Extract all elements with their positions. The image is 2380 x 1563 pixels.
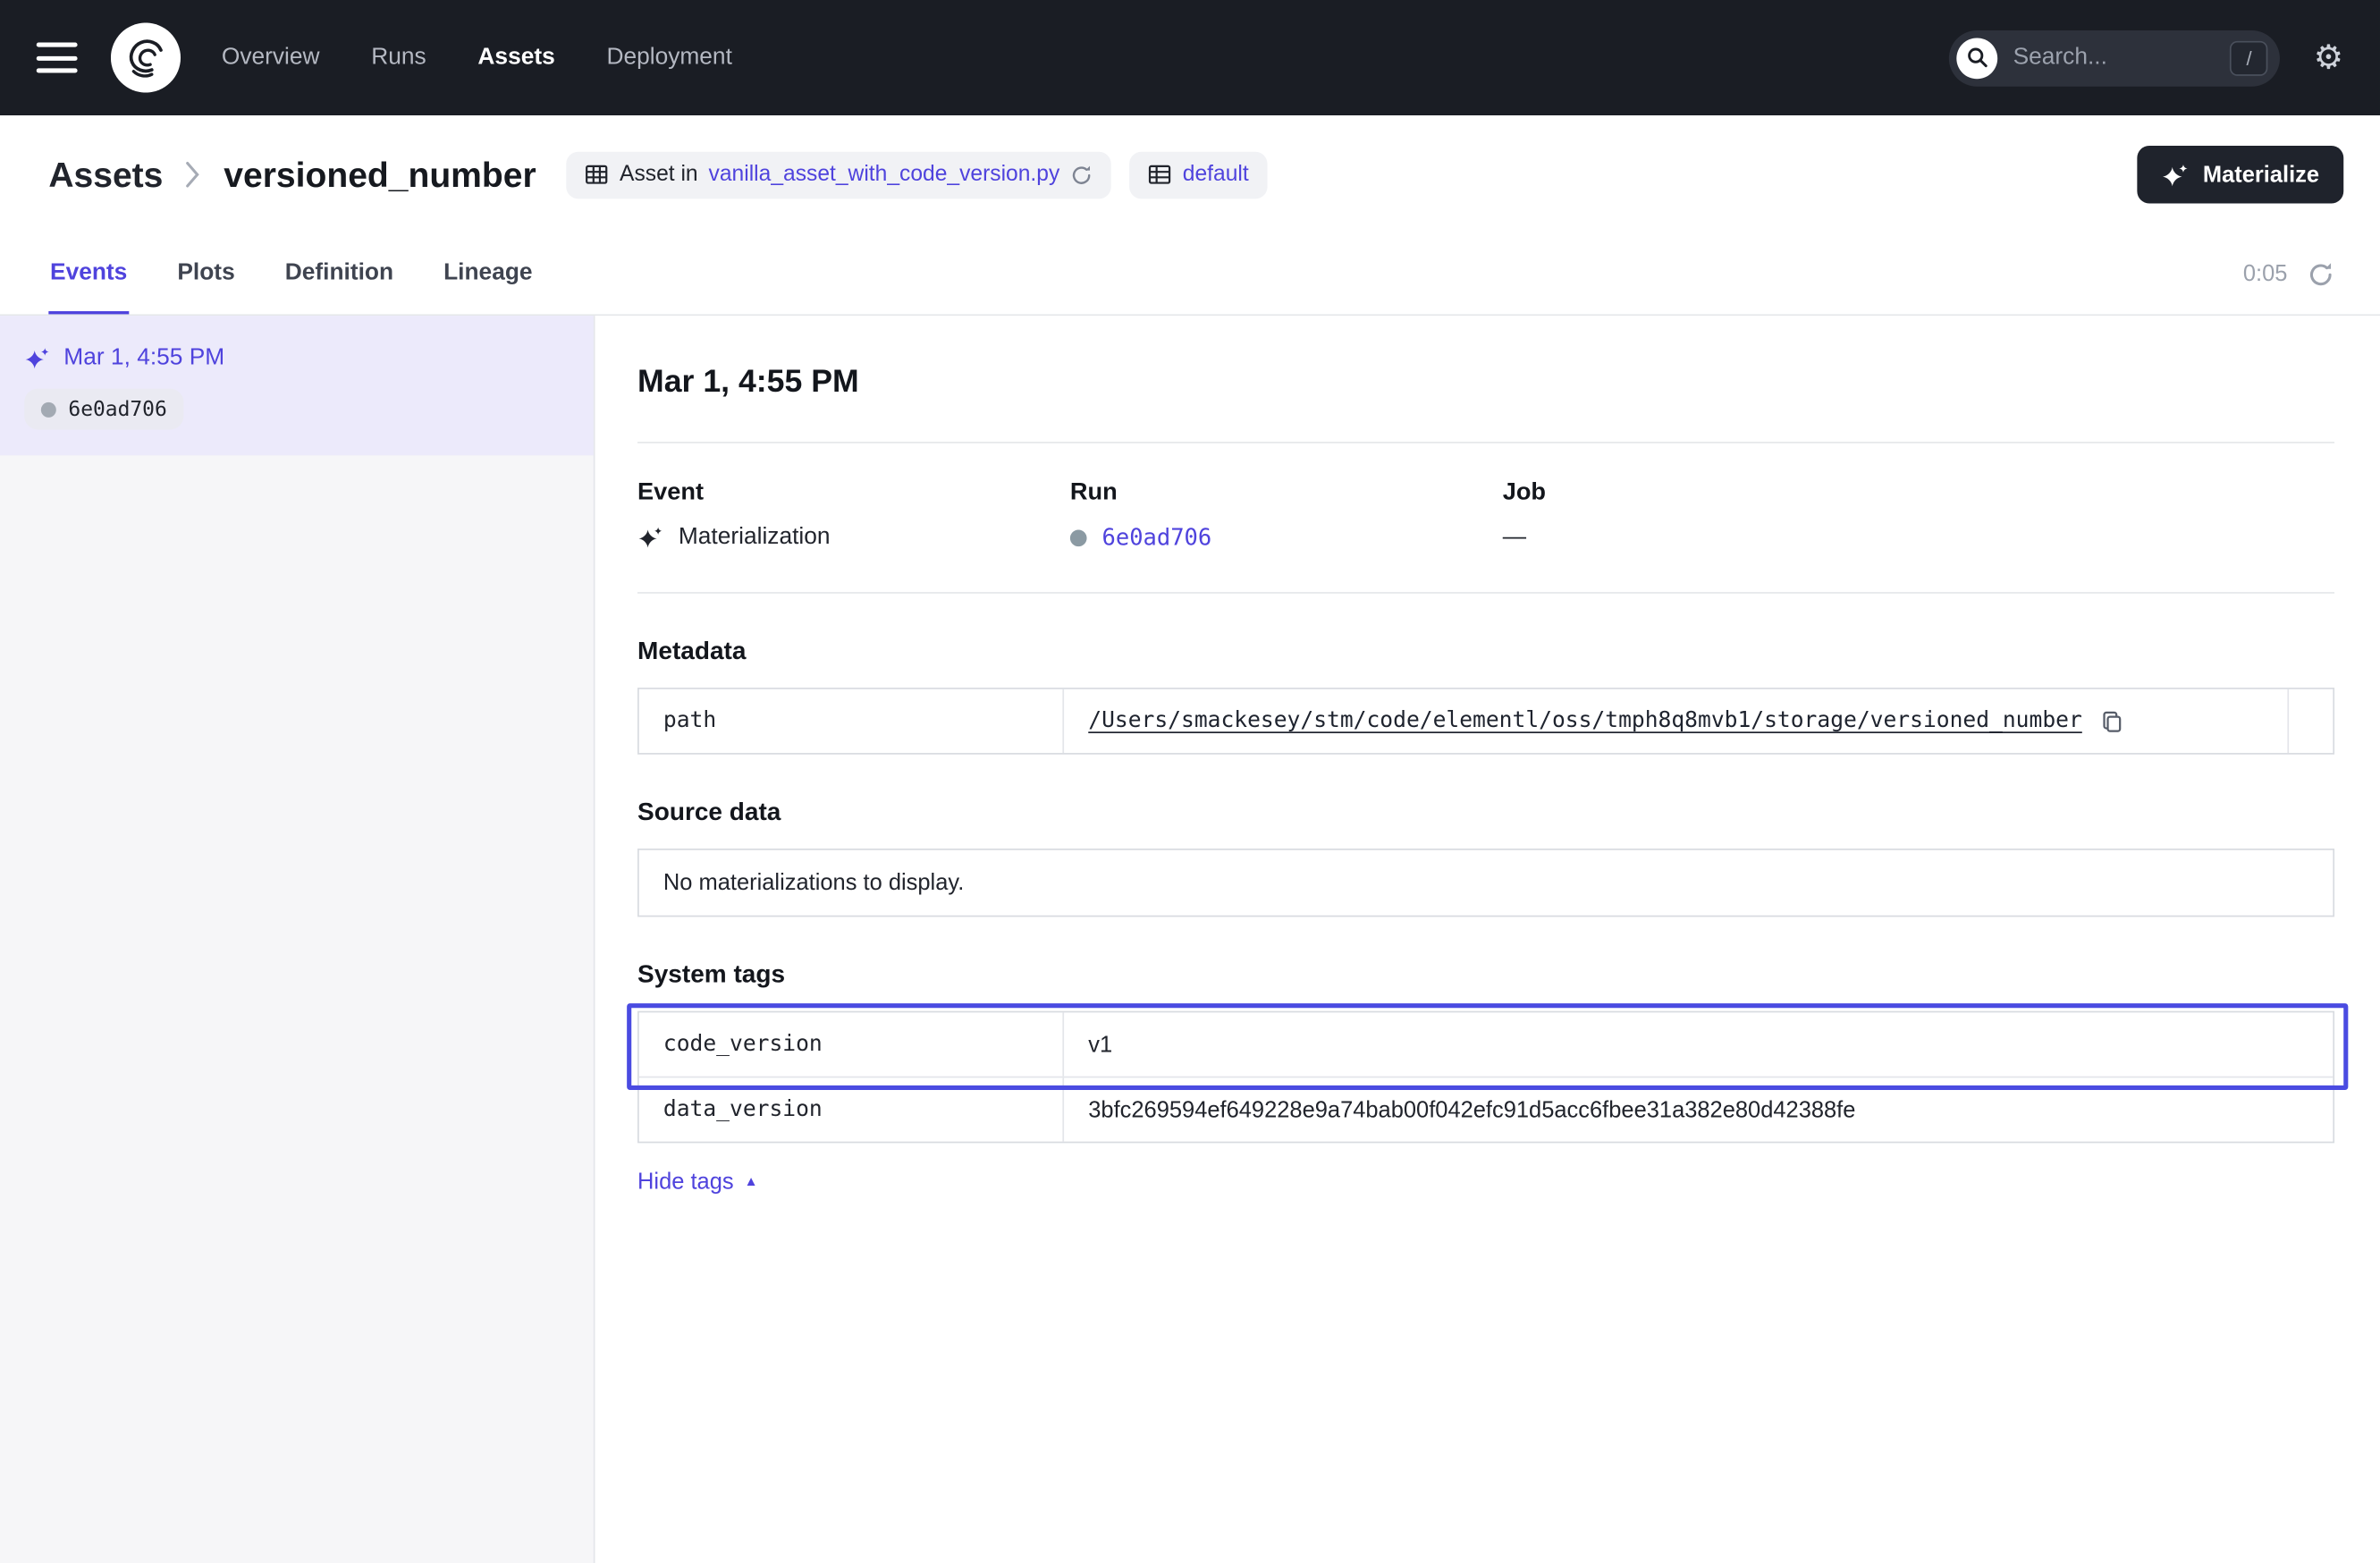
asset-group-chip[interactable]: default [1129,151,1267,199]
event-detail-panel: Mar 1, 4:55 PM Event Materialization Run [595,316,2379,1563]
summary-job-label: Job [1503,479,1936,507]
group-grid-icon [1148,163,1172,187]
nav-item-runs[interactable]: Runs [371,44,426,72]
divider [637,442,2334,444]
app-root: Overview Runs Assets Deployment / ⚙ Asse… [0,0,2380,1563]
table-row-data-version: data_version 3bfc269594ef649228e9a74bab0… [639,1077,2334,1142]
materialization-sparkle-icon [637,525,663,549]
breadcrumb-chevron-icon [186,161,201,189]
nav-item-overview[interactable]: Overview [222,44,320,72]
summary-run-col: Run 6e0ad706 [1070,479,1503,551]
tag-value: v1 [1088,1032,1112,1058]
dagster-logo-icon [111,22,181,92]
tab-definition[interactable]: Definition [283,233,395,314]
summary-event-value: Materialization [679,524,831,552]
divider [637,592,2334,594]
nav-item-deployment[interactable]: Deployment [606,44,731,72]
source-data-empty-message: No materializations to display. [637,849,2334,917]
tab-lineage[interactable]: Lineage [442,233,534,314]
metadata-title: Metadata [637,638,2334,666]
primary-nav: Overview Runs Assets Deployment [222,44,732,72]
refresh-icon[interactable] [2308,260,2335,288]
summary-job-col: Job — [1503,479,1936,551]
nav-item-assets[interactable]: Assets [477,44,554,72]
tab-events[interactable]: Events [48,233,129,314]
page-header: Assets versioned_number Asset in vanilla… [0,115,2380,233]
run-status-dot [1070,529,1087,546]
materialization-sparkle-icon [24,346,50,370]
event-summary: Event Materialization Run 6e0ad706 [637,479,2334,551]
search-box[interactable]: / [1949,30,2280,86]
asset-location-chip: Asset in vanilla_asset_with_code_version… [567,151,1111,199]
hide-tags-link[interactable]: Hide tags ▲ [637,1169,758,1195]
summary-event-label: Event [637,479,1070,507]
gear-icon[interactable]: ⚙ [2314,41,2344,74]
metadata-table: path /Users/smackesey/stm/code/elementl/… [637,688,2334,755]
metadata-path-link[interactable]: /Users/smackesey/stm/code/elementl/oss/t… [1088,709,2082,733]
search-icon [1957,38,1998,79]
source-data-title: Source data [637,798,2334,827]
table-end-cell [2287,689,2333,753]
materialize-button[interactable]: Materialize [2138,146,2343,204]
breadcrumb-assets[interactable]: Assets [48,154,163,195]
search-input[interactable] [2013,44,2231,72]
run-id-link[interactable]: 6e0ad706 [1102,524,1212,552]
summary-job-value: — [1503,524,1526,552]
dagster-logo[interactable] [111,22,181,92]
event-run-chip: 6e0ad706 [24,389,183,430]
tag-value: 3bfc269594ef649228e9a74bab00f042efc91d5a… [1088,1097,1855,1123]
tabs-bar: Events Plots Definition Lineage 0:05 [0,233,2380,316]
summary-event-col: Event Materialization [637,479,1070,551]
system-tags-table: code_version v1 data_version 3bfc269594e… [637,1011,2334,1144]
refresh-area: 0:05 [2243,233,2334,314]
search-shortcut-badge: / [2230,40,2267,75]
table-row-code-version: code_version v1 [639,1012,2334,1076]
tag-key: code_version [639,1012,1064,1076]
sparkle-icon [2162,162,2190,188]
table-row: path /Users/smackesey/stm/code/elementl/… [639,689,2334,753]
asset-location-file-link[interactable]: vanilla_asset_with_code_version.py [709,163,1060,187]
event-run-id: 6e0ad706 [68,397,166,421]
event-detail-heading: Mar 1, 4:55 PM [637,364,2334,401]
hide-tags-label: Hide tags [637,1169,734,1195]
event-list-sidebar: Mar 1, 4:55 PM 6e0ad706 [0,316,595,1563]
table-grid-icon [585,163,609,187]
event-timestamp: Mar 1, 4:55 PM [63,344,224,372]
refresh-countdown: 0:05 [2243,261,2288,287]
asset-group-label: default [1183,163,1249,187]
copy-icon[interactable] [2098,708,2124,734]
event-list-item[interactable]: Mar 1, 4:55 PM 6e0ad706 [0,316,594,455]
asset-location-prefix: Asset in [620,163,698,187]
content-area: Mar 1, 4:55 PM 6e0ad706 Mar 1, 4:55 PM E… [0,316,2380,1563]
tag-key: data_version [639,1077,1064,1141]
summary-run-label: Run [1070,479,1503,507]
materialize-button-label: Materialize [2203,162,2319,188]
metadata-key: path [639,689,1064,753]
caret-up-icon: ▲ [745,1175,758,1188]
run-status-dot [41,401,56,417]
tab-plots[interactable]: Plots [176,233,237,314]
menu-icon[interactable] [37,43,78,73]
page-title: versioned_number [224,154,536,195]
system-tags-title: System tags [637,961,2334,990]
top-nav: Overview Runs Assets Deployment / ⚙ [0,0,2380,115]
reload-code-location-icon[interactable] [1070,164,1093,186]
